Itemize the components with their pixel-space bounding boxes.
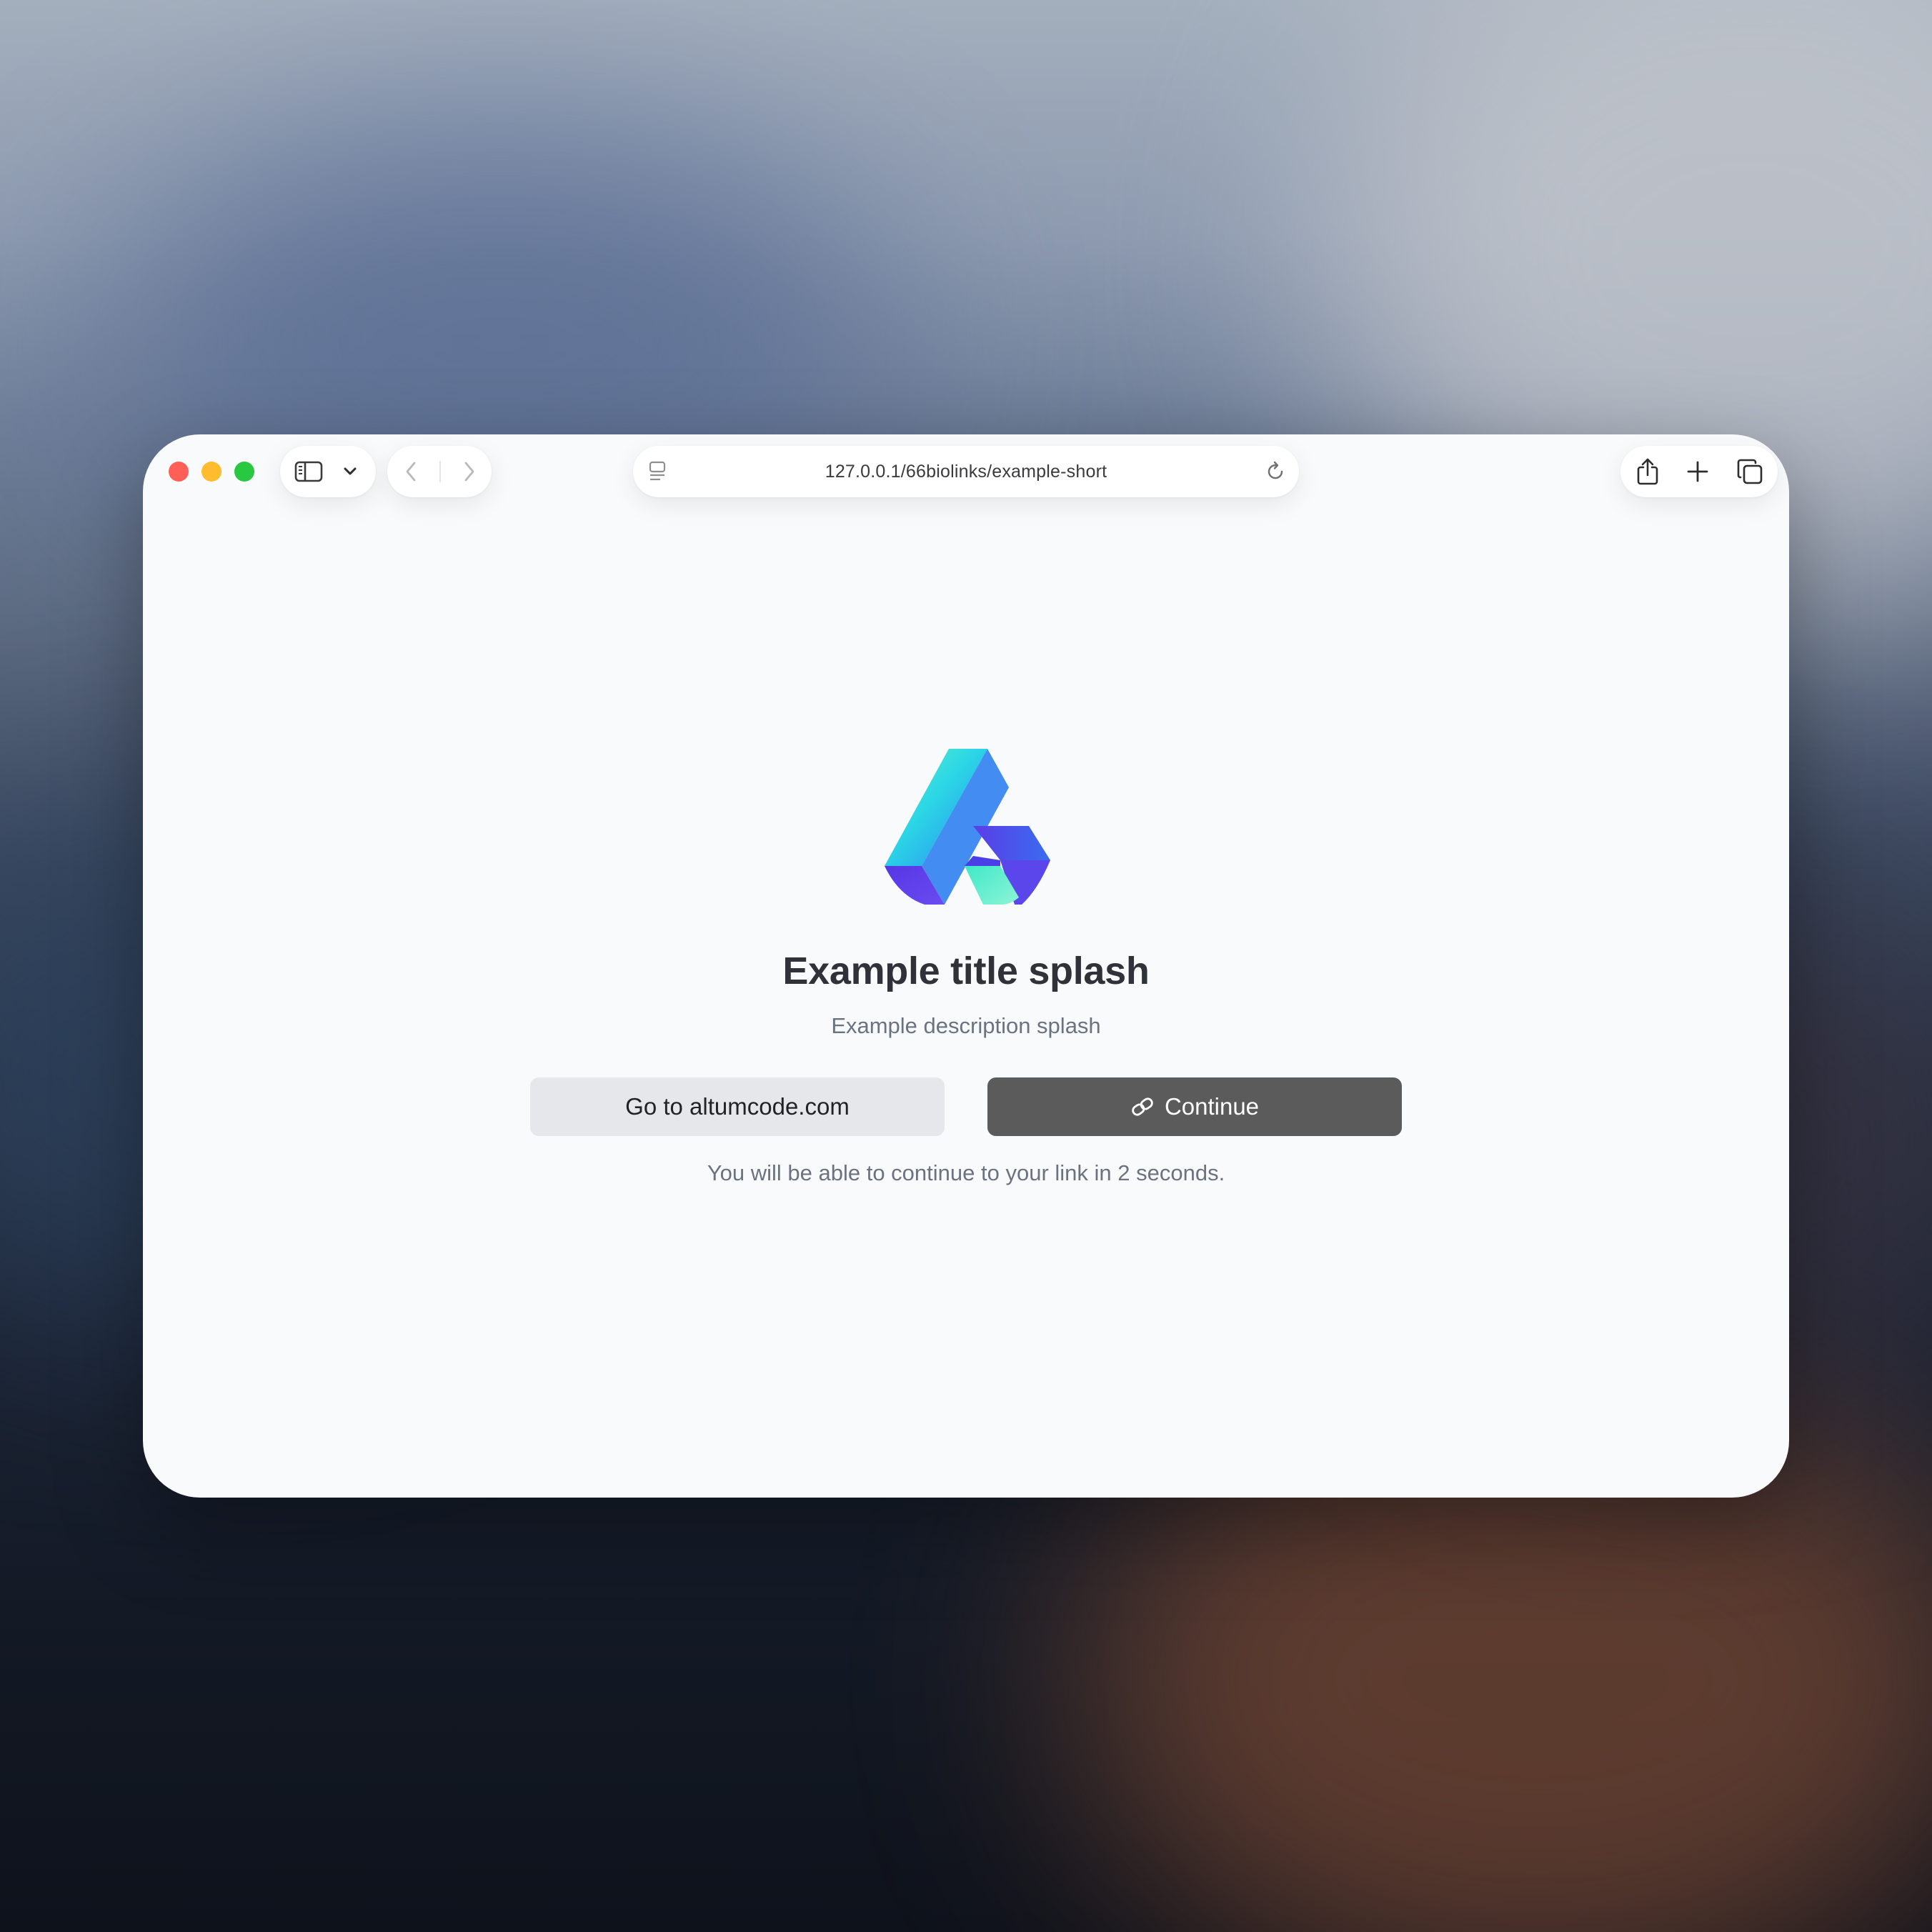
link-icon [1130, 1097, 1155, 1116]
brand-logo [885, 749, 1050, 905]
splash-description: Example description splash [831, 1013, 1101, 1038]
continue-label: Continue [1164, 1093, 1260, 1120]
splash-page: Example title splash Example description… [143, 434, 1789, 1498]
browser-window: 127.0.0.1/66biolinks/example-short Examp… [143, 434, 1789, 1498]
go-to-site-button[interactable]: Go to altumcode.com [530, 1077, 945, 1136]
countdown-text: You will be able to continue to your lin… [707, 1160, 1225, 1185]
go-to-site-label: Go to altumcode.com [625, 1093, 850, 1120]
splash-title: Example title splash [782, 950, 1150, 992]
continue-button[interactable]: Continue [987, 1077, 1402, 1136]
